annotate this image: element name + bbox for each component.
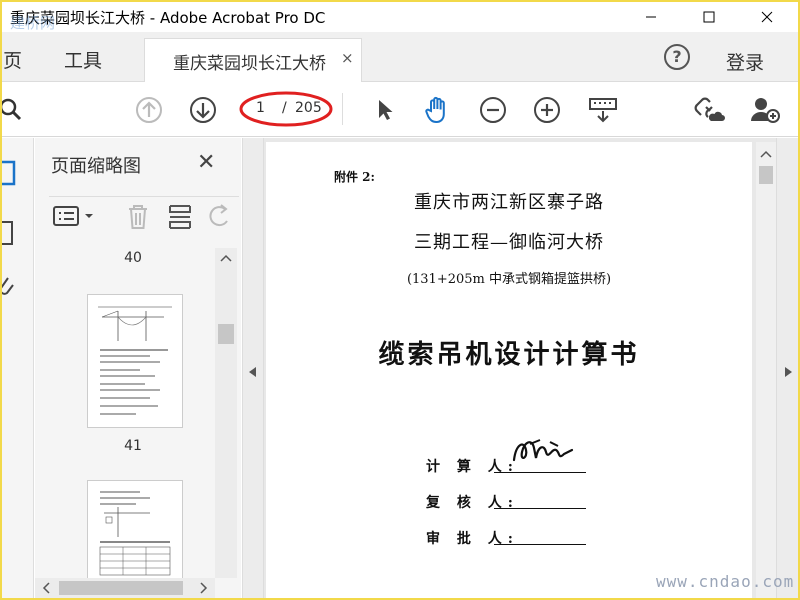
thumbnail-options-button[interactable] [53,205,97,231]
calculator-line [494,472,586,473]
keyboard-scroll-icon [589,98,617,123]
title-bar: 重庆菜园坝长江大桥 - Adobe Acrobat Pro DC 建桥网 [2,2,798,32]
rotate-icon [209,204,228,227]
thumbnail-hscroll-thumb[interactable] [59,581,183,595]
share-link-button[interactable] [692,93,726,127]
document-view: 附件 2: 重庆市两江新区寨子路 三期工程—御临河大桥 (131+205m 中承… [264,138,776,598]
thumbnail-panel-close-button[interactable]: ✕ [197,150,215,175]
search-icon [2,98,22,121]
footer-watermark: www.cndao.com [656,572,795,591]
close-window-button[interactable] [744,2,790,32]
select-tool-button[interactable] [368,93,402,127]
close-icon [761,11,773,23]
reviewer-label: 复 核 人: [426,495,519,511]
zoom-in-button[interactable] [530,93,564,127]
login-button[interactable]: 登录 [726,48,764,75]
tab-bar: 主页 工具 重庆菜园坝长江大桥 × ? 登录 [2,32,798,82]
thumbnail-vertical-scrollbar[interactable] [215,248,237,578]
page-thumbnails-button[interactable] [2,160,18,192]
left-tool-strip [2,138,34,598]
annotation-ellipse [239,91,333,127]
cursor-arrow-icon [379,100,393,120]
attachments-button[interactable] [2,274,18,304]
approver-label: 审 批 人: [426,531,519,547]
document-vertical-scrollbar[interactable] [756,142,776,598]
scroll-up-icon [220,254,232,262]
tools-tab[interactable]: 工具 [64,46,102,73]
link-cloud-icon [694,97,725,121]
document-tab-label: 重庆菜园坝长江大桥 [173,54,326,74]
insert-page-button[interactable] [167,203,193,235]
delete-page-button[interactable] [125,203,151,235]
expand-right-icon [785,367,792,377]
thumbnail-scroll-thumb[interactable] [218,324,234,344]
handwritten-signature [512,439,574,462]
window-title: 重庆菜园坝长江大桥 - Adobe Acrobat Pro DC [10,9,326,27]
options-menu-icon [53,206,93,226]
bookmark-icon [2,221,13,245]
thumbnail-toolbar [49,196,239,230]
minimize-button[interactable] [628,2,674,32]
overlay-watermark: 建桥网 [10,14,56,32]
thumbnail-content [99,491,171,576]
trash-icon [129,205,147,229]
scroll-right-icon [200,582,208,594]
search-button[interactable] [2,93,28,127]
pdf-page: 附件 2: 重庆市两江新区寨子路 三期工程—御临河大桥 (131+205m 中承… [266,142,752,598]
thumbnail-horizontal-scrollbar[interactable] [35,578,215,598]
arrow-up-circle-icon [136,97,162,123]
add-user-icon [751,98,780,123]
doc-spec: (131+205m 中承式钢箱提篮拱桥) [406,272,612,287]
document-tab[interactable]: 重庆菜园坝长江大桥 × [144,38,362,82]
approver-line [494,544,586,545]
doc-title-line2: 三期工程—御临河大桥 [414,232,604,253]
thumbnail-page-41[interactable] [87,480,183,580]
previous-page-button[interactable] [132,93,166,127]
scroll-left-icon [42,582,50,594]
bookmarks-button[interactable] [2,220,18,252]
plus-circle-icon [534,97,560,123]
tab-close-button[interactable]: × [341,49,354,67]
scroll-up-icon [760,150,772,158]
minus-circle-icon [480,97,506,123]
home-tab[interactable]: 主页 [2,46,22,73]
maximize-icon [703,11,715,23]
rotate-page-button[interactable] [209,203,231,235]
page-thumbnail-icon [2,160,16,186]
insert-pages-icon [169,205,191,229]
collapse-left-icon [249,367,256,377]
maximize-button[interactable] [686,2,732,32]
right-pane-strip[interactable] [776,138,798,598]
paperclip-icon [2,277,14,295]
document-scroll-thumb[interactable] [759,166,773,184]
arrow-down-circle-icon [190,97,216,123]
page-display-button[interactable] [586,93,620,127]
next-page-button[interactable] [186,93,220,127]
hand-tool-button[interactable] [421,93,455,127]
zoom-out-button[interactable] [476,93,510,127]
attachment-label: 附件 2: [334,170,375,184]
thumbnail-page-number: 40 [124,250,142,266]
thumbnail-page-40[interactable] [87,294,183,428]
calculator-label: 计 算 人: [426,459,519,475]
thumbnail-panel: 页面缩略图 ✕ 40 41 [35,138,241,598]
doc-title-line1: 重庆市两江新区寨子路 [414,192,604,213]
reviewer-line [494,508,586,509]
help-button[interactable]: ? [664,44,690,70]
thumbnail-panel-title: 页面缩略图 [51,156,141,177]
hand-icon [425,96,445,124]
thumbnail-content [98,306,172,415]
main-toolbar: 1 / 205 [2,83,798,137]
doc-main-title: 缆索吊机设计计算书 [378,340,640,370]
app-window: 重庆菜园坝长江大桥 - Adobe Acrobat Pro DC 建桥网 主页 … [2,2,798,598]
thumbnail-page-number: 41 [124,438,142,454]
toolbar-divider [342,93,343,125]
add-user-button[interactable] [748,93,782,127]
minimize-icon [646,16,656,18]
panel-collapse-strip[interactable] [242,138,264,598]
